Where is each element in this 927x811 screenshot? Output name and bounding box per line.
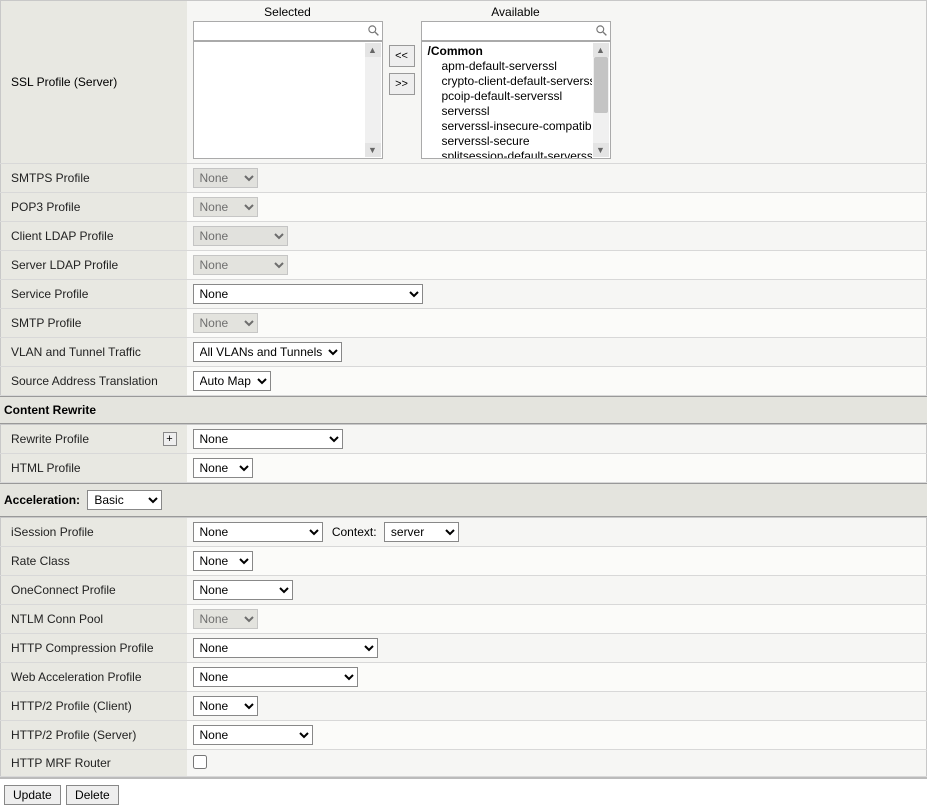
http-mrf-router-checkbox[interactable] — [193, 755, 207, 769]
move-right-button[interactable]: >> — [389, 73, 415, 95]
scrollbar[interactable] — [365, 57, 381, 143]
client-ldap-profile-label: Client LDAP Profile — [1, 222, 187, 251]
list-item[interactable]: apm-default-serverssl — [428, 59, 592, 74]
content-rewrite-header: Content Rewrite — [0, 396, 927, 424]
rate-class-label: Rate Class — [1, 547, 187, 576]
isession-profile-label: iSession Profile — [1, 518, 187, 547]
list-item[interactable]: pcoip-default-serverssl — [428, 89, 592, 104]
selected-listbox[interactable]: ▲ ▼ — [193, 41, 383, 159]
web-acceleration-profile-select[interactable]: None — [193, 667, 358, 687]
smtp-profile-label: SMTP Profile — [1, 309, 187, 338]
ssl-profile-server-label: SSL Profile (Server) — [1, 1, 187, 164]
client-ldap-profile-select: None — [193, 226, 288, 246]
http2-profile-server-label: HTTP/2 Profile (Server) — [1, 721, 187, 750]
web-acceleration-profile-label: Web Acceleration Profile — [1, 663, 187, 692]
server-ldap-profile-select: None — [193, 255, 288, 275]
acceleration-mode-select[interactable]: Basic — [87, 490, 162, 510]
vlan-tunnel-select[interactable]: All VLANs and Tunnels — [193, 342, 342, 362]
list-item[interactable]: serverssl-insecure-compatibl — [428, 119, 592, 134]
html-profile-select[interactable]: None — [193, 458, 253, 478]
available-header: Available — [491, 5, 539, 19]
list-item[interactable]: serverssl — [428, 104, 592, 119]
service-profile-label: Service Profile — [1, 280, 187, 309]
http2-profile-client-label: HTTP/2 Profile (Client) — [1, 692, 187, 721]
source-address-translation-select[interactable]: Auto Map — [193, 371, 271, 391]
isession-profile-select[interactable]: None — [193, 522, 323, 542]
http2-profile-client-select[interactable]: None — [193, 696, 258, 716]
vlan-tunnel-label: VLAN and Tunnel Traffic — [1, 338, 187, 367]
smtp-profile-select: None — [193, 313, 258, 333]
selected-column: Selected ▲ ▼ — [193, 5, 383, 159]
scroll-down-icon[interactable]: ▼ — [593, 143, 609, 157]
scroll-up-icon[interactable]: ▲ — [593, 43, 609, 57]
source-address-translation-label: Source Address Translation — [1, 367, 187, 396]
oneconnect-profile-select[interactable]: None — [193, 580, 293, 600]
server-ldap-profile-label: Server LDAP Profile — [1, 251, 187, 280]
ntlm-conn-pool-select: None — [193, 609, 258, 629]
scroll-up-icon[interactable]: ▲ — [365, 43, 381, 57]
acceleration-header: Acceleration: Basic — [0, 483, 927, 517]
http2-profile-server-select[interactable]: None — [193, 725, 313, 745]
selected-search-input[interactable] — [193, 21, 383, 41]
delete-button[interactable]: Delete — [66, 785, 119, 805]
list-item[interactable]: serverssl-secure — [428, 134, 592, 149]
scrollbar[interactable] — [593, 57, 609, 143]
available-column: Available ▲ ▼ /Common apm-default-ser — [421, 5, 611, 159]
available-group[interactable]: /Common — [428, 44, 592, 59]
list-item[interactable]: crypto-client-default-serverss — [428, 74, 592, 89]
available-listbox[interactable]: ▲ ▼ /Common apm-default-serversslcrypto-… — [421, 41, 611, 159]
isession-context-select[interactable]: server — [384, 522, 459, 542]
oneconnect-profile-label: OneConnect Profile — [1, 576, 187, 605]
http-mrf-router-label: HTTP MRF Router — [1, 750, 187, 777]
move-left-button[interactable]: << — [389, 45, 415, 67]
rewrite-profile-add-button[interactable]: + — [163, 432, 177, 446]
ntlm-conn-pool-label: NTLM Conn Pool — [1, 605, 187, 634]
update-button[interactable]: Update — [4, 785, 61, 805]
scroll-down-icon[interactable]: ▼ — [365, 143, 381, 157]
isession-context-label: Context: — [332, 525, 377, 539]
http-compression-profile-select[interactable]: None — [193, 638, 378, 658]
selected-header: Selected — [264, 5, 311, 19]
service-profile-select[interactable]: None — [193, 284, 423, 304]
rate-class-select[interactable]: None — [193, 551, 253, 571]
smtps-profile-label: SMTPS Profile — [1, 164, 187, 193]
html-profile-label: HTML Profile — [1, 454, 187, 483]
available-search-input[interactable] — [421, 21, 611, 41]
pop3-profile-label: POP3 Profile — [1, 193, 187, 222]
smtps-profile-select: None — [193, 168, 258, 188]
pop3-profile-select: None — [193, 197, 258, 217]
list-item[interactable]: splitsession-default-serverssl — [428, 149, 592, 159]
http-compression-profile-label: HTTP Compression Profile — [1, 634, 187, 663]
rewrite-profile-select[interactable]: None — [193, 429, 343, 449]
rewrite-profile-label: Rewrite Profile — [11, 432, 89, 446]
